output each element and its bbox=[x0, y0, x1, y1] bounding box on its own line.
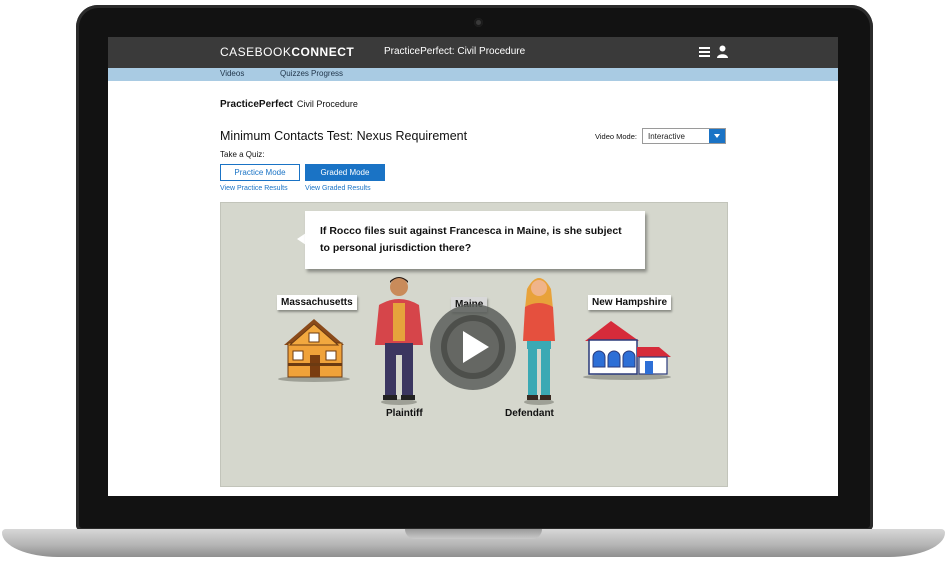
defendant-figure bbox=[523, 278, 555, 405]
chevron-down-icon[interactable] bbox=[709, 129, 725, 143]
plaintiff-label: Plaintiff bbox=[386, 408, 423, 419]
laptop-screen: CASEBOOKCONNECT PracticePerfect: Civil P… bbox=[108, 37, 838, 496]
play-icon[interactable] bbox=[423, 303, 523, 391]
product-name: PracticePerfect bbox=[220, 99, 293, 110]
product-heading: PracticePerfect Civil Procedure bbox=[220, 99, 358, 110]
nav-item-progress[interactable]: Progress bbox=[311, 69, 343, 78]
app-title: PracticePerfect: Civil Procedure bbox=[384, 46, 526, 57]
nav-item-videos[interactable]: Videos bbox=[220, 69, 244, 78]
question-text: If Rocco files suit against Francesca in… bbox=[320, 225, 622, 254]
course-name: Civil Procedure bbox=[296, 99, 358, 109]
app-header: CASEBOOKCONNECT PracticePerfect: Civil P… bbox=[108, 37, 838, 68]
laptop-notch bbox=[405, 529, 542, 539]
quiz-label: Take a Quiz: bbox=[220, 150, 265, 159]
user-icon[interactable] bbox=[717, 45, 728, 58]
view-graded-results-link[interactable]: View Graded Results bbox=[305, 185, 371, 192]
brand-logo[interactable]: CASEBOOKCONNECT bbox=[220, 45, 354, 59]
video-player[interactable]: If Rocco files suit against Francesca in… bbox=[220, 202, 728, 487]
hamburger-menu-icon[interactable] bbox=[699, 47, 710, 57]
new-hampshire-house-icon bbox=[583, 321, 671, 380]
brand-secondary: CONNECT bbox=[291, 45, 355, 59]
video-mode-select[interactable]: Interactive bbox=[642, 128, 726, 144]
video-mode-label: Video Mode: bbox=[595, 132, 637, 141]
massachusetts-house-icon bbox=[278, 319, 350, 382]
graded-mode-button[interactable]: Graded Mode bbox=[305, 164, 385, 181]
practice-mode-button[interactable]: Practice Mode bbox=[220, 164, 300, 181]
nav-item-quizzes[interactable]: Quizzes bbox=[280, 69, 309, 78]
view-practice-results-link[interactable]: View Practice Results bbox=[220, 185, 288, 192]
video-mode-value: Interactive bbox=[648, 132, 685, 141]
subnav-bar: Videos Quizzes Progress bbox=[108, 68, 838, 81]
question-bubble: If Rocco files suit against Francesca in… bbox=[305, 211, 645, 269]
lesson-title: Minimum Contacts Test: Nexus Requirement bbox=[220, 129, 468, 143]
massachusetts-label: Massachusetts bbox=[277, 295, 357, 310]
camera-icon bbox=[474, 18, 483, 27]
brand-primary: CASEBOOK bbox=[220, 45, 292, 59]
plaintiff-figure bbox=[375, 277, 423, 405]
defendant-label: Defendant bbox=[505, 408, 554, 419]
new-hampshire-label: New Hampshire bbox=[588, 295, 672, 310]
